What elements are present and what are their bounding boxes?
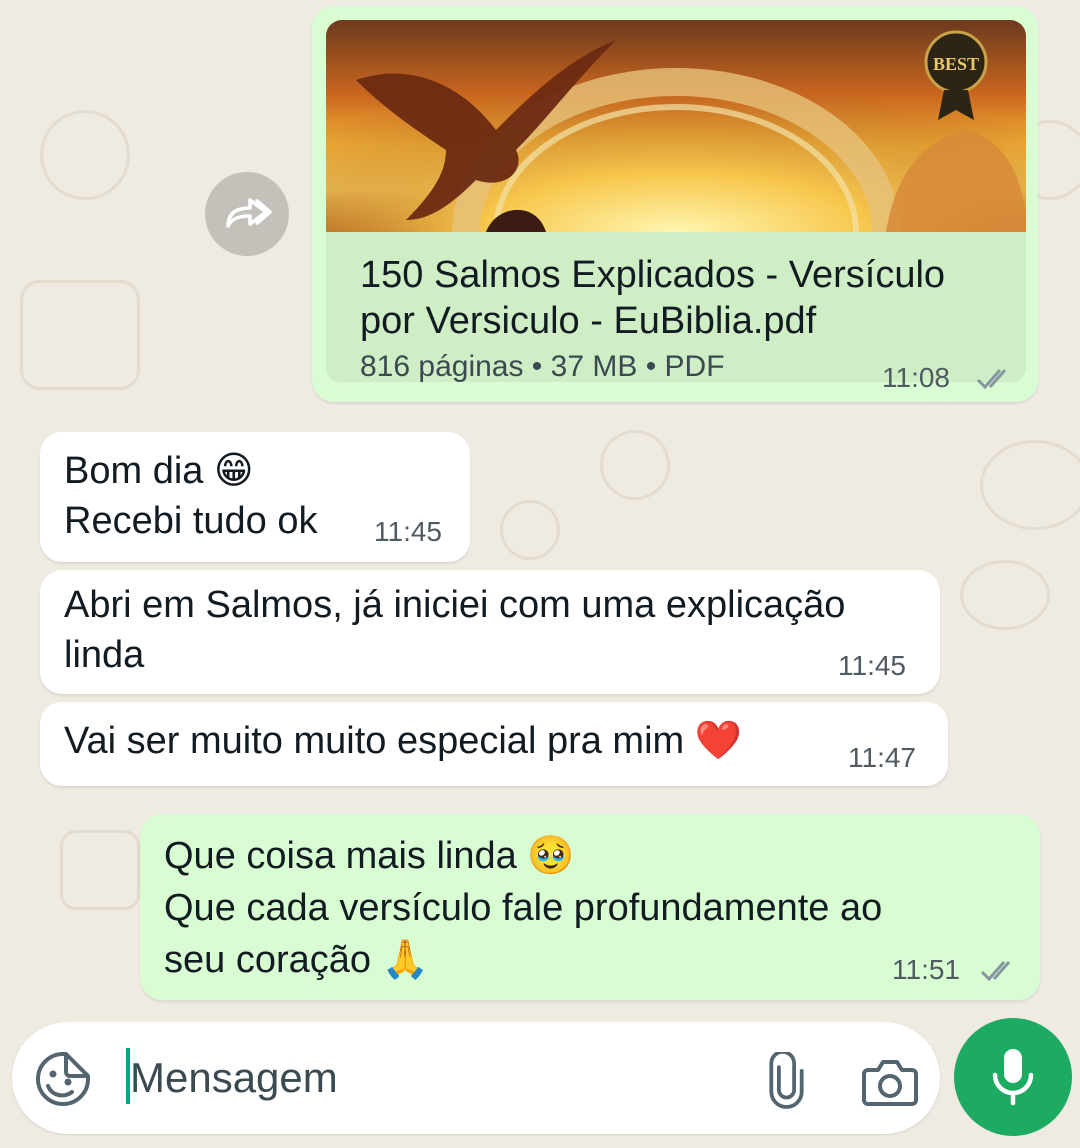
message-text: Bom dia 😁 Recebi tudo ok bbox=[64, 450, 318, 542]
message-time: 11:08 bbox=[882, 362, 950, 393]
double-check-icon bbox=[976, 369, 1007, 390]
voice-record-button[interactable] bbox=[954, 1018, 1072, 1136]
message-text: Abri em Salmos, já iniciei com uma expli… bbox=[64, 584, 846, 676]
message-input[interactable] bbox=[130, 1048, 730, 1108]
message-text: Que coisa mais linda 🥹 Que cada versícul… bbox=[164, 835, 883, 981]
message-time: 11:45 bbox=[838, 650, 906, 681]
message-time: 11:51 bbox=[892, 954, 960, 985]
double-check-icon bbox=[980, 961, 1011, 982]
incoming-message[interactable]: Abri em Salmos, já iniciei com uma expli… bbox=[40, 570, 940, 694]
message-list[interactable]: BEST 150 Salmos Explicados - Versículo p… bbox=[0, 0, 1080, 1020]
incoming-message[interactable]: Vai ser muito muito especial pra mim ❤️ … bbox=[40, 702, 948, 786]
forward-icon bbox=[226, 198, 272, 228]
message-composer bbox=[12, 1022, 940, 1134]
document-file-name: 150 Salmos Explicados - Versículo por Ve… bbox=[360, 254, 946, 342]
message-time: 11:45 bbox=[374, 516, 442, 547]
document-thumbnail[interactable]: BEST bbox=[326, 20, 1026, 232]
thumbnail-artwork: BEST bbox=[326, 20, 1026, 232]
thumbnail-badge-text: BEST bbox=[933, 54, 979, 74]
document-message[interactable]: BEST 150 Salmos Explicados - Versículo p… bbox=[312, 6, 1038, 402]
forward-button[interactable] bbox=[205, 172, 289, 256]
sticker-emoji-icon[interactable] bbox=[34, 1050, 92, 1108]
message-text: Vai ser muito muito especial pra mim ❤️ bbox=[64, 720, 743, 762]
document-meta: 816 páginas • 37 MB • PDF bbox=[360, 350, 725, 383]
paperclip-icon[interactable] bbox=[758, 1052, 818, 1112]
camera-icon[interactable] bbox=[860, 1052, 920, 1112]
microphone-icon bbox=[992, 1049, 1034, 1106]
message-time: 11:47 bbox=[848, 742, 916, 773]
document-info[interactable]: 150 Salmos Explicados - Versículo por Ve… bbox=[326, 232, 1026, 383]
incoming-message[interactable]: Bom dia 😁 Recebi tudo ok 11:45 bbox=[40, 432, 470, 562]
outgoing-message[interactable]: Que coisa mais linda 🥹 Que cada versícul… bbox=[140, 814, 1040, 1000]
